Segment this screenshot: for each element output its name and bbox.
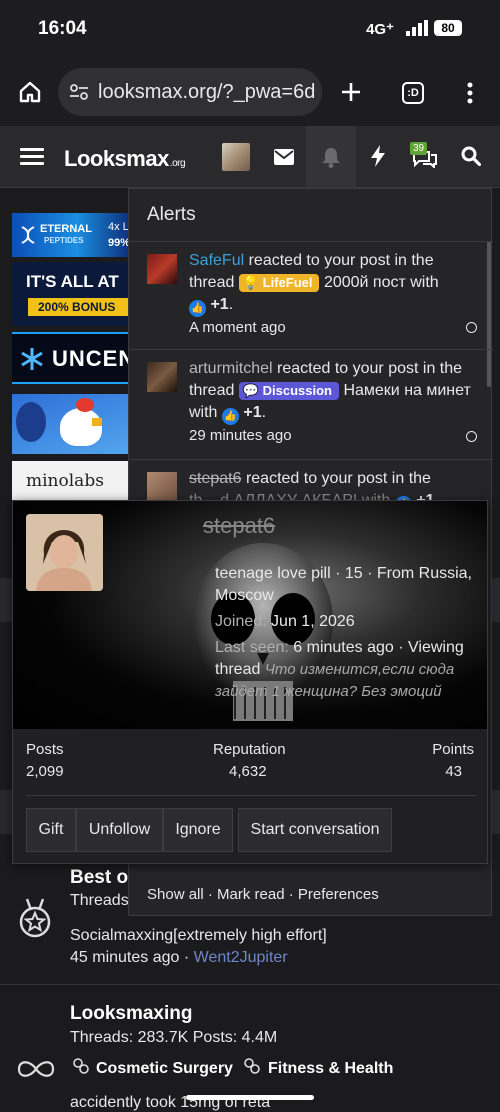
- url-text: looksmax.org/?_pwa=6d: [98, 81, 316, 103]
- gift-button[interactable]: Gift: [26, 808, 76, 852]
- node-latest-user[interactable]: Went2Jupiter: [194, 949, 288, 966]
- member-info: teenage love pill · 15 · From Russia, Mo…: [215, 563, 477, 703]
- medal-icon: [19, 898, 51, 938]
- node-title-best-of[interactable]: Best of: [70, 867, 134, 889]
- alert-username[interactable]: SafeFul: [189, 252, 244, 269]
- member-username[interactable]: stepat6: [203, 513, 275, 539]
- node-latest-thread[interactable]: Socialmaxxing[extremely high effort]: [70, 927, 327, 945]
- member-title: teenage love pill · 15 · From Russia, Mo…: [215, 565, 472, 604]
- reputation-label: Reputation: [213, 741, 286, 758]
- forum-row-edge: [0, 578, 12, 622]
- ad-banner-eternal[interactable]: ETERNAL PEPTIDES 4x L 99%: [12, 213, 130, 257]
- new-tab-icon[interactable]: [340, 81, 362, 103]
- subforum-fitness-health[interactable]: Fitness & Health: [268, 1060, 393, 1078]
- bell-icon: [322, 148, 340, 168]
- battery-icon: 80: [434, 20, 462, 36]
- thread-prefix-badge: 💡 LifeFuel: [238, 274, 320, 292]
- reputation-value: 4,632: [229, 763, 267, 780]
- ad-banner-chicken[interactable]: [12, 394, 130, 454]
- unfollow-button[interactable]: Unfollow: [76, 808, 163, 852]
- points-label: Points: [432, 741, 474, 758]
- mark-read-toggle[interactable]: [466, 322, 477, 333]
- alert-text: arturmitchel reacted to your post in the…: [189, 360, 471, 444]
- divider: [0, 984, 500, 985]
- signal-icon: [406, 20, 428, 36]
- alert-thread-link[interactable]: 2000й пост with: [324, 274, 439, 291]
- thumbs-up-icon: 👍: [221, 408, 239, 425]
- home-icon[interactable]: [18, 80, 42, 104]
- subforum-icon: [244, 1058, 260, 1074]
- discussion-icon: 💬: [242, 383, 260, 398]
- avatar[interactable]: [147, 472, 177, 502]
- node-stats: Threads: [70, 892, 129, 909]
- alert-time: A moment ago: [189, 319, 286, 336]
- divider: [26, 795, 476, 796]
- bolt-icon[interactable]: [370, 145, 386, 167]
- status-time: 16:04: [38, 18, 87, 39]
- lightbulb-icon: 💡: [242, 275, 260, 290]
- node-latest-meta: 45 minutes ago · Went2Jupiter: [70, 949, 288, 966]
- browser-toolbar: looksmax.org/?_pwa=6d :D: [0, 58, 500, 126]
- ad-banner-bonus[interactable]: IT'S ALL AT 200% BONUS: [12, 262, 130, 326]
- avatar[interactable]: [147, 362, 177, 392]
- tab-switcher-button[interactable]: :D: [402, 82, 424, 104]
- alert-item[interactable]: SafeFul reacted to your post in the thre…: [129, 241, 493, 349]
- node-stats: Threads: 283.7K Posts: 4.4M: [70, 1029, 278, 1046]
- subforum-cosmetic-surgery[interactable]: Cosmetic Surgery: [96, 1060, 233, 1078]
- alert-time: 29 minutes ago: [189, 427, 292, 444]
- profile-banner: stepat6 teenage love pill · 15 · From Ru…: [13, 501, 487, 729]
- thumbs-up-icon: 👍: [189, 300, 206, 317]
- user-avatar[interactable]: [222, 143, 250, 171]
- site-settings-icon[interactable]: [68, 81, 90, 103]
- member-avatar[interactable]: [26, 514, 103, 591]
- thread-prefix-badge: 💬 Discussion: [238, 382, 339, 400]
- alert-text: SafeFul reacted to your post in the thre…: [189, 252, 439, 336]
- joined-date: Jun 1, 2026: [271, 613, 355, 630]
- dna-icon: [21, 226, 35, 244]
- member-tooltip: stepat6 teenage love pill · 15 · From Ru…: [12, 500, 488, 864]
- ad-banner-uncen[interactable]: UNCEN: [12, 332, 130, 384]
- alert-username[interactable]: arturmitchel: [189, 360, 273, 377]
- more-menu-icon[interactable]: [466, 82, 474, 104]
- points-value[interactable]: 43: [445, 763, 462, 780]
- alert-item[interactable]: arturmitchel reacted to your post in the…: [129, 349, 493, 459]
- alerts-title: Alerts: [147, 204, 196, 225]
- subforum-icon: [73, 1058, 89, 1074]
- status-bar: 16:04 4G⁺ 80: [0, 0, 500, 58]
- alerts-footer-links[interactable]: Show all · Mark read · Preferences: [147, 886, 379, 903]
- alert-username[interactable]: stepat6: [189, 470, 241, 487]
- envelope-icon[interactable]: [274, 149, 294, 165]
- ad-banner-minolabs[interactable]: minolabs: [12, 461, 130, 501]
- search-icon[interactable]: [461, 146, 481, 166]
- node-title-looksmaxing[interactable]: Looksmaxing: [70, 1003, 192, 1025]
- ignore-button[interactable]: Ignore: [163, 808, 233, 852]
- posts-value[interactable]: 2,099: [26, 763, 64, 780]
- mark-read-toggle[interactable]: [466, 431, 477, 442]
- site-logo[interactable]: Looksmax.org: [64, 146, 186, 172]
- avatar[interactable]: [147, 254, 177, 284]
- forum-row-edge: [0, 790, 12, 834]
- gesture-bar[interactable]: [186, 1095, 314, 1100]
- alerts-button[interactable]: [306, 126, 356, 188]
- menu-icon[interactable]: [20, 148, 44, 166]
- chat-count-badge: 39: [410, 142, 428, 155]
- snowflake-icon: [21, 348, 43, 370]
- start-conversation-button[interactable]: Start conversation: [238, 808, 392, 852]
- network-type: 4G⁺: [366, 21, 394, 38]
- posts-label: Posts: [26, 741, 64, 758]
- address-bar[interactable]: looksmax.org/?_pwa=6d: [58, 68, 322, 116]
- infinity-icon: [17, 1061, 55, 1077]
